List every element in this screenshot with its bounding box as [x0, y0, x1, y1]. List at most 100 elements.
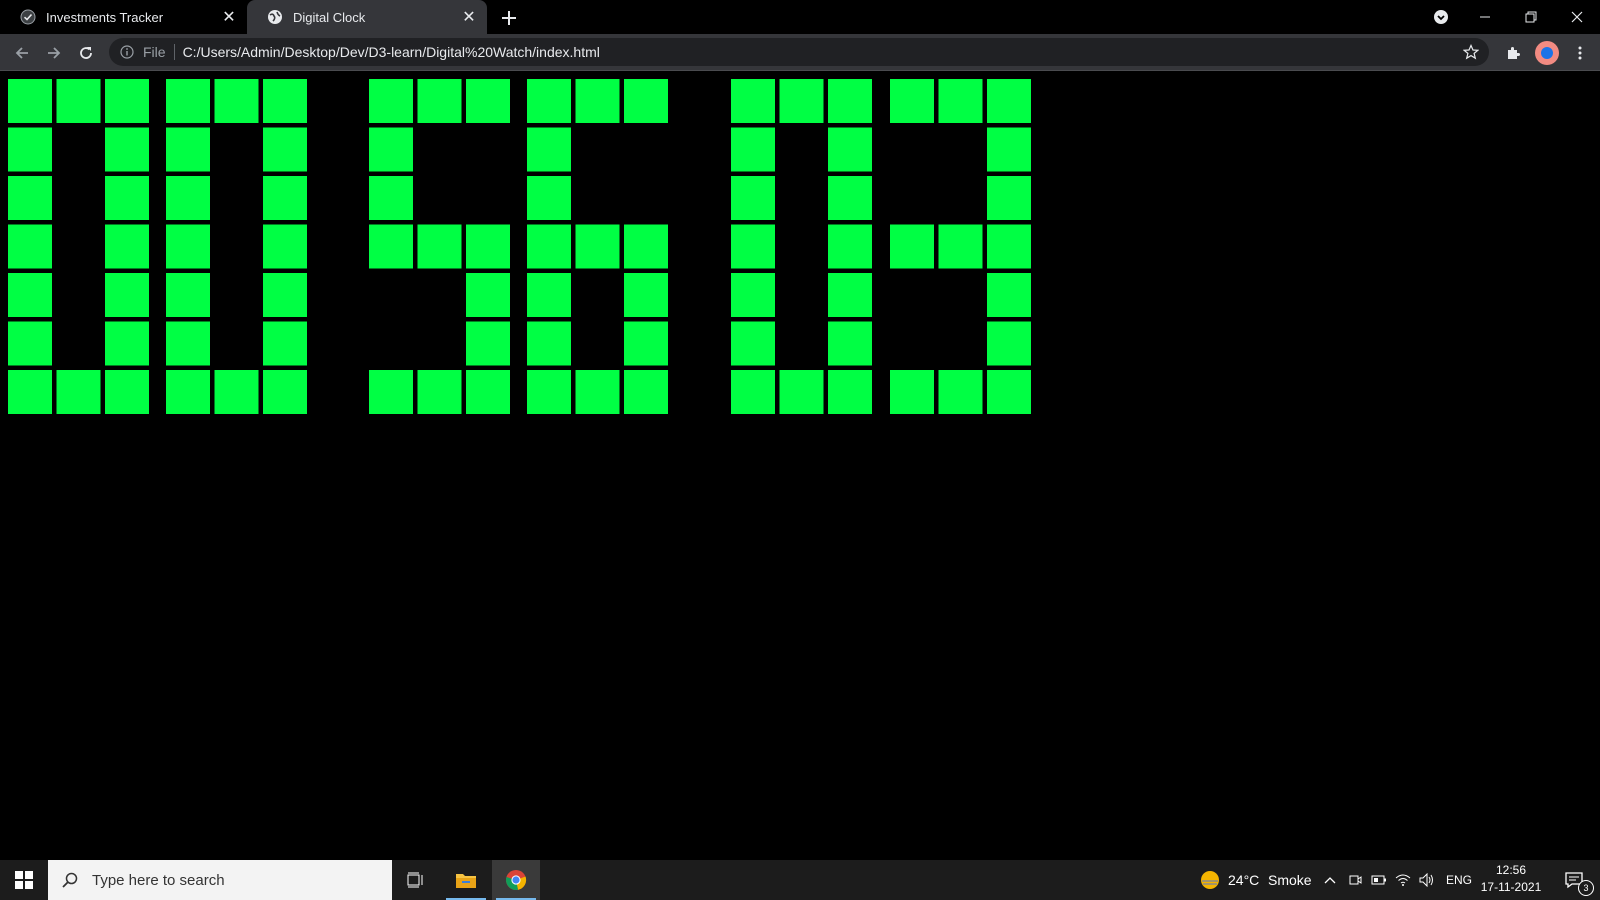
clock-cell — [166, 127, 210, 172]
profile-avatar[interactable] — [1535, 41, 1559, 65]
clock-cell — [417, 79, 462, 123]
weather-condition-label: Smoke — [1268, 872, 1312, 888]
folder-icon — [456, 874, 476, 888]
tab-title: Digital Clock — [293, 9, 366, 25]
clock-cell — [890, 370, 934, 414]
clock-cell — [8, 127, 52, 172]
minimize-button[interactable] — [1462, 0, 1508, 34]
clock-cell — [987, 176, 1031, 220]
globe-icon — [267, 9, 283, 25]
clock-cell — [779, 79, 824, 123]
clock-cell — [731, 176, 775, 220]
clock-cell — [105, 79, 149, 123]
clock-cell — [731, 224, 775, 269]
show-hidden-icons-button[interactable] — [1320, 860, 1340, 900]
clock-cell — [214, 79, 259, 123]
digital-clock — [8, 79, 1031, 414]
clock-cell — [731, 273, 775, 317]
clock-cell — [466, 79, 510, 123]
forward-button[interactable] — [40, 39, 68, 67]
clock-cell — [575, 370, 620, 414]
tab-investments-tracker[interactable]: Investments Tracker ✕ — [0, 0, 247, 34]
taskbar-date: 17-11-2021 — [1480, 880, 1542, 894]
clock-cell — [731, 79, 775, 123]
plus-icon — [502, 11, 516, 25]
clock-cell — [624, 370, 668, 414]
clock-cell — [987, 224, 1031, 269]
arrow-left-icon — [15, 47, 28, 59]
clock-cell — [369, 176, 413, 220]
clock-digit — [166, 79, 307, 414]
action-center-button[interactable]: 3 — [1552, 860, 1596, 900]
start-button[interactable] — [0, 860, 48, 900]
clock-cell — [56, 370, 101, 414]
clock-cell — [105, 176, 149, 220]
clock-cell — [828, 370, 872, 414]
clock-cell — [987, 321, 1031, 366]
clock-cell — [987, 127, 1031, 172]
clock-cell — [575, 79, 620, 123]
clock-cell — [263, 370, 307, 414]
clock-cell — [8, 79, 52, 123]
clock-cell — [890, 224, 934, 269]
close-icon[interactable]: ✕ — [459, 7, 479, 27]
battery-icon[interactable] — [1369, 860, 1389, 900]
notification-count-badge: 3 — [1578, 880, 1594, 896]
address-bar[interactable]: File C:/Users/Admin/Desktop/Dev/D3-learn… — [109, 38, 1489, 66]
menu-button[interactable] — [1566, 39, 1594, 67]
clock-cell — [8, 273, 52, 317]
volume-icon[interactable] — [1417, 860, 1437, 900]
clock-cell — [8, 321, 52, 366]
new-tab-button[interactable] — [496, 5, 522, 31]
reload-button[interactable] — [72, 39, 100, 67]
wifi-icon[interactable] — [1393, 860, 1413, 900]
taskbar-chrome[interactable] — [492, 860, 540, 900]
taskbar-search-box[interactable]: Type here to search — [48, 860, 392, 900]
star-icon[interactable] — [1461, 42, 1481, 62]
check-circle-icon — [20, 9, 36, 25]
clock-cell — [624, 224, 668, 269]
address-scheme-label: File — [143, 44, 166, 60]
page-content — [0, 71, 1600, 860]
language-indicator[interactable]: ENG — [1446, 860, 1472, 900]
clock-cell — [166, 224, 210, 269]
address-url[interactable]: C:/Users/Admin/Desktop/Dev/D3-learn/Digi… — [183, 44, 600, 60]
weather-temp[interactable]: 24°C — [1228, 860, 1259, 900]
tab-strip: Investments Tracker ✕ Digital Clock ✕ — [0, 0, 1600, 34]
clock-cell — [214, 370, 259, 414]
taskbar-clock[interactable]: 12:56 17-11-2021 — [1476, 862, 1546, 896]
browser-toolbar: File C:/Users/Admin/Desktop/Dev/D3-learn… — [0, 34, 1600, 71]
tab-search-button[interactable] — [1418, 0, 1464, 34]
clock-cell — [527, 176, 571, 220]
restore-button[interactable] — [1508, 0, 1554, 34]
clock-cell — [105, 370, 149, 414]
tab-digital-clock[interactable]: Digital Clock ✕ — [247, 0, 487, 34]
clock-cell — [263, 127, 307, 172]
sun-haze-icon — [1201, 871, 1219, 889]
task-view-button[interactable] — [392, 860, 440, 900]
clock-cell — [731, 127, 775, 172]
clock-cell — [166, 273, 210, 317]
close-icon[interactable]: ✕ — [219, 7, 239, 27]
weather-condition[interactable]: Smoke — [1268, 860, 1312, 900]
taskbar-file-explorer[interactable] — [442, 860, 490, 900]
clock-cell — [938, 79, 983, 123]
clock-cell — [369, 224, 413, 269]
chevron-up-icon — [1324, 877, 1336, 884]
meet-now-icon[interactable] — [1345, 860, 1365, 900]
avatar-inner — [1541, 47, 1553, 59]
windows-logo-icon — [15, 871, 33, 889]
clock-cell — [987, 79, 1031, 123]
clock-cell — [828, 273, 872, 317]
clock-cell — [8, 176, 52, 220]
chevron-down-circle-icon — [1434, 10, 1448, 24]
back-button[interactable] — [8, 39, 36, 67]
close-window-button[interactable] — [1554, 0, 1600, 34]
info-icon[interactable] — [117, 42, 137, 62]
weather-widget[interactable] — [1196, 860, 1224, 900]
clock-cell — [779, 370, 824, 414]
extensions-button[interactable] — [1499, 39, 1527, 67]
weather-temp-label: 24°C — [1228, 872, 1260, 888]
clock-cell — [527, 370, 571, 414]
clock-cell — [166, 176, 210, 220]
